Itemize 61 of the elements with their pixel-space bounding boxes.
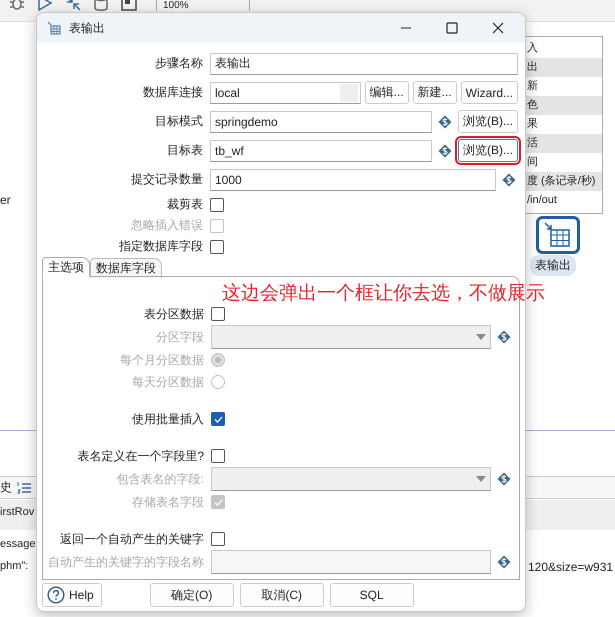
list-icon[interactable]	[16, 480, 32, 496]
option-label: 每个月分区数据	[119, 352, 204, 368]
help-button[interactable]: Help	[42, 583, 102, 607]
table-icon	[47, 21, 61, 35]
maximize-icon[interactable]	[445, 21, 459, 35]
option-label: 分区字段	[155, 328, 204, 346]
panel-row-text: 入	[526, 41, 539, 56]
input-field[interactable]: local	[210, 82, 361, 104]
tab[interactable]: 主选项	[42, 257, 90, 277]
option-label: 表名定义在一个字段里?	[76, 448, 204, 464]
annotation-text: 这边会弹出一个框让你去选，不做展示	[222, 282, 545, 306]
dialog-button[interactable]: 取消(C)	[240, 583, 324, 607]
tab[interactable]: 数据库字段	[90, 258, 162, 278]
input-field[interactable]: 表输出	[210, 52, 518, 74]
field-label: 数据库连接	[142, 84, 203, 101]
checkbox[interactable]	[210, 198, 224, 212]
dialog-button[interactable]: SQL	[330, 583, 414, 607]
dropdown-arrow-icon	[476, 333, 486, 341]
log-text: irstRov	[0, 506, 34, 518]
option-label: 自动产生的关键字的字段名称	[47, 554, 204, 570]
table-output-icon[interactable]	[536, 216, 580, 254]
option-label: 表分区数据	[143, 306, 204, 322]
zoom-dropdown[interactable]: 100%	[156, 0, 250, 11]
input-field[interactable]: springdemo	[210, 110, 432, 132]
option-label: 存储表名字段	[131, 494, 204, 510]
option-label: 返回一个自动产生的关键字	[59, 530, 204, 548]
checkbox[interactable]	[211, 412, 225, 426]
checkbox[interactable]	[210, 240, 224, 254]
close-icon[interactable]	[491, 21, 505, 35]
field-label: 提交记录数量	[130, 171, 203, 188]
log-text: essage	[0, 538, 36, 550]
node-label: 表输出	[530, 255, 576, 276]
field-label: 步骤名称	[154, 55, 203, 72]
field-label: 裁剪表	[166, 196, 203, 213]
panel-row-text: 间	[526, 155, 539, 170]
field-label: 指定数据库字段	[118, 238, 203, 255]
canvas-text: er	[0, 193, 11, 207]
dropdown-arrow-icon	[476, 475, 486, 483]
log-tab[interactable]: 史	[0, 479, 12, 496]
checkbox[interactable]	[211, 307, 225, 321]
checkbox[interactable]	[211, 532, 225, 546]
dialog-button[interactable]: 确定(O)	[150, 583, 234, 607]
log-text: 120&size=w931	[528, 560, 614, 574]
option-label: 使用批量插入	[131, 410, 204, 428]
form-button[interactable]: Wizard...	[460, 81, 518, 104]
field-label: 目标模式	[154, 113, 203, 130]
form-button[interactable]: 浏览(B)...	[458, 139, 518, 162]
option-label: 包含表名的字段:	[116, 470, 204, 488]
checkbox[interactable]	[211, 449, 225, 463]
field-label: 忽略插入错误	[130, 217, 203, 234]
option-label: 每天分区数据	[131, 374, 204, 390]
form-button[interactable]: 浏览(B)...	[458, 110, 518, 133]
help-icon	[47, 586, 65, 604]
window-title: 表输出	[69, 20, 106, 36]
form-button[interactable]: 编辑...	[364, 81, 409, 104]
input-field[interactable]: 1000	[210, 168, 496, 190]
form-button[interactable]: 新建...	[412, 81, 457, 104]
log-text: phm":	[0, 560, 28, 572]
panel-row-text: /in/out	[526, 193, 558, 208]
field-label: 目标表	[166, 142, 203, 159]
input-field[interactable]: tb_wf	[210, 140, 432, 162]
